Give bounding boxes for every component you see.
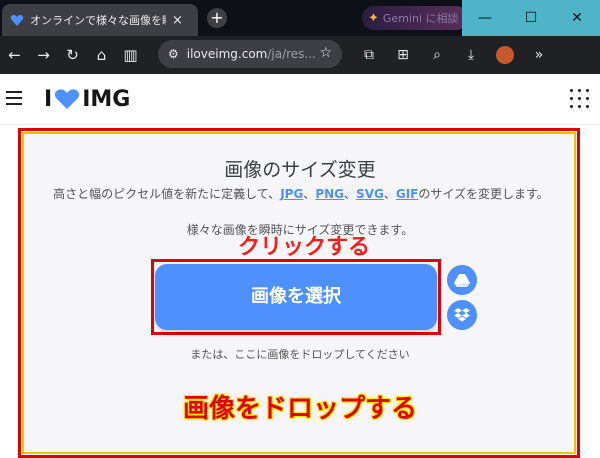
- format-separator: 、: [303, 187, 316, 201]
- minimize-button[interactable]: —: [462, 0, 508, 36]
- more-icon[interactable]: »: [522, 47, 556, 63]
- site-header: I IMG: [0, 74, 600, 125]
- back-icon[interactable]: ←: [0, 46, 29, 64]
- description-prefix: 高さと幅のピクセル値を新たに定義して、: [53, 187, 281, 201]
- home-icon[interactable]: ⌂: [87, 46, 116, 64]
- url-text: iloveimg.com/ja/res...: [187, 47, 316, 61]
- iloveimg-favicon-icon: [10, 14, 24, 26]
- tab-title: オンラインで様々な画像を瞬時にサ: [30, 14, 166, 27]
- annotation-click-label: クリックする: [238, 235, 371, 260]
- close-window-button[interactable]: ✕: [554, 0, 600, 36]
- profile-avatar[interactable]: [496, 46, 514, 64]
- logo-right-text: IMG: [82, 86, 131, 112]
- url-host: iloveimg.com: [186, 47, 268, 61]
- format-link-jpg[interactable]: JPG: [280, 187, 303, 201]
- tab-strip: オンラインで様々な画像を瞬時にサ × + ✦ Gemini に相談 — ☐ ✕: [0, 0, 600, 36]
- format-separator: 、: [344, 187, 357, 201]
- reload-icon[interactable]: ↻: [58, 46, 87, 64]
- format-link-svg[interactable]: SVG: [356, 187, 384, 201]
- maximize-button[interactable]: ☐: [508, 0, 554, 36]
- translate-icon[interactable]: ⊞: [386, 47, 420, 63]
- lens-icon[interactable]: ⌕: [420, 47, 454, 63]
- forward-icon[interactable]: →: [29, 46, 58, 64]
- menu-icon[interactable]: [6, 91, 22, 105]
- tab-close-icon[interactable]: ×: [172, 13, 183, 28]
- format-link-gif[interactable]: GIF: [396, 187, 419, 201]
- site-info-icon[interactable]: ⚙: [168, 47, 179, 61]
- logo-left-text: I: [44, 86, 53, 112]
- format-link-png[interactable]: PNG: [315, 187, 344, 201]
- reading-mode-icon[interactable]: ▥: [116, 46, 145, 64]
- gemini-button[interactable]: ✦ Gemini に相談: [362, 6, 468, 30]
- apps-grid-icon[interactable]: [570, 89, 590, 109]
- iloveimg-logo[interactable]: I IMG: [44, 86, 130, 112]
- google-drive-icon: [454, 274, 470, 287]
- new-tab-button[interactable]: +: [207, 8, 227, 28]
- annotation-drop-label: 画像をドロップする: [182, 394, 417, 424]
- bookmark-star-icon[interactable]: ☆: [319, 45, 332, 61]
- dropbox-button[interactable]: [447, 300, 477, 330]
- google-drive-button[interactable]: [447, 265, 477, 295]
- active-tab[interactable]: オンラインで様々な画像を瞬時にサ ×: [2, 4, 198, 36]
- select-images-button[interactable]: 画像を選択: [155, 264, 437, 330]
- page-description: 高さと幅のピクセル値を新たに定義して、JPG、PNG、SVG、GIFのサイズを変…: [36, 187, 566, 202]
- drop-hint-text: または、ここに画像をドロップしてください: [190, 348, 410, 361]
- url-path: /ja/res...: [267, 47, 316, 61]
- address-bar[interactable]: ⚙ iloveimg.com/ja/res... ☆: [158, 40, 342, 68]
- window-controls: — ☐ ✕: [462, 0, 600, 36]
- download-icon[interactable]: ⤓: [454, 47, 488, 63]
- dropbox-icon: [454, 308, 470, 322]
- heart-icon: [55, 89, 80, 109]
- gemini-label: Gemini に相談: [382, 12, 459, 25]
- toolbar-right: ⧉ ⊞ ⌕ ⤓ »: [352, 36, 556, 74]
- format-separator: 、: [383, 187, 396, 201]
- description-suffix: のサイズを変更します。: [418, 187, 549, 201]
- page-title: 画像のサイズ変更: [224, 159, 376, 181]
- gemini-star-icon: ✦: [368, 10, 379, 26]
- extensions-icon[interactable]: ⧉: [352, 47, 386, 63]
